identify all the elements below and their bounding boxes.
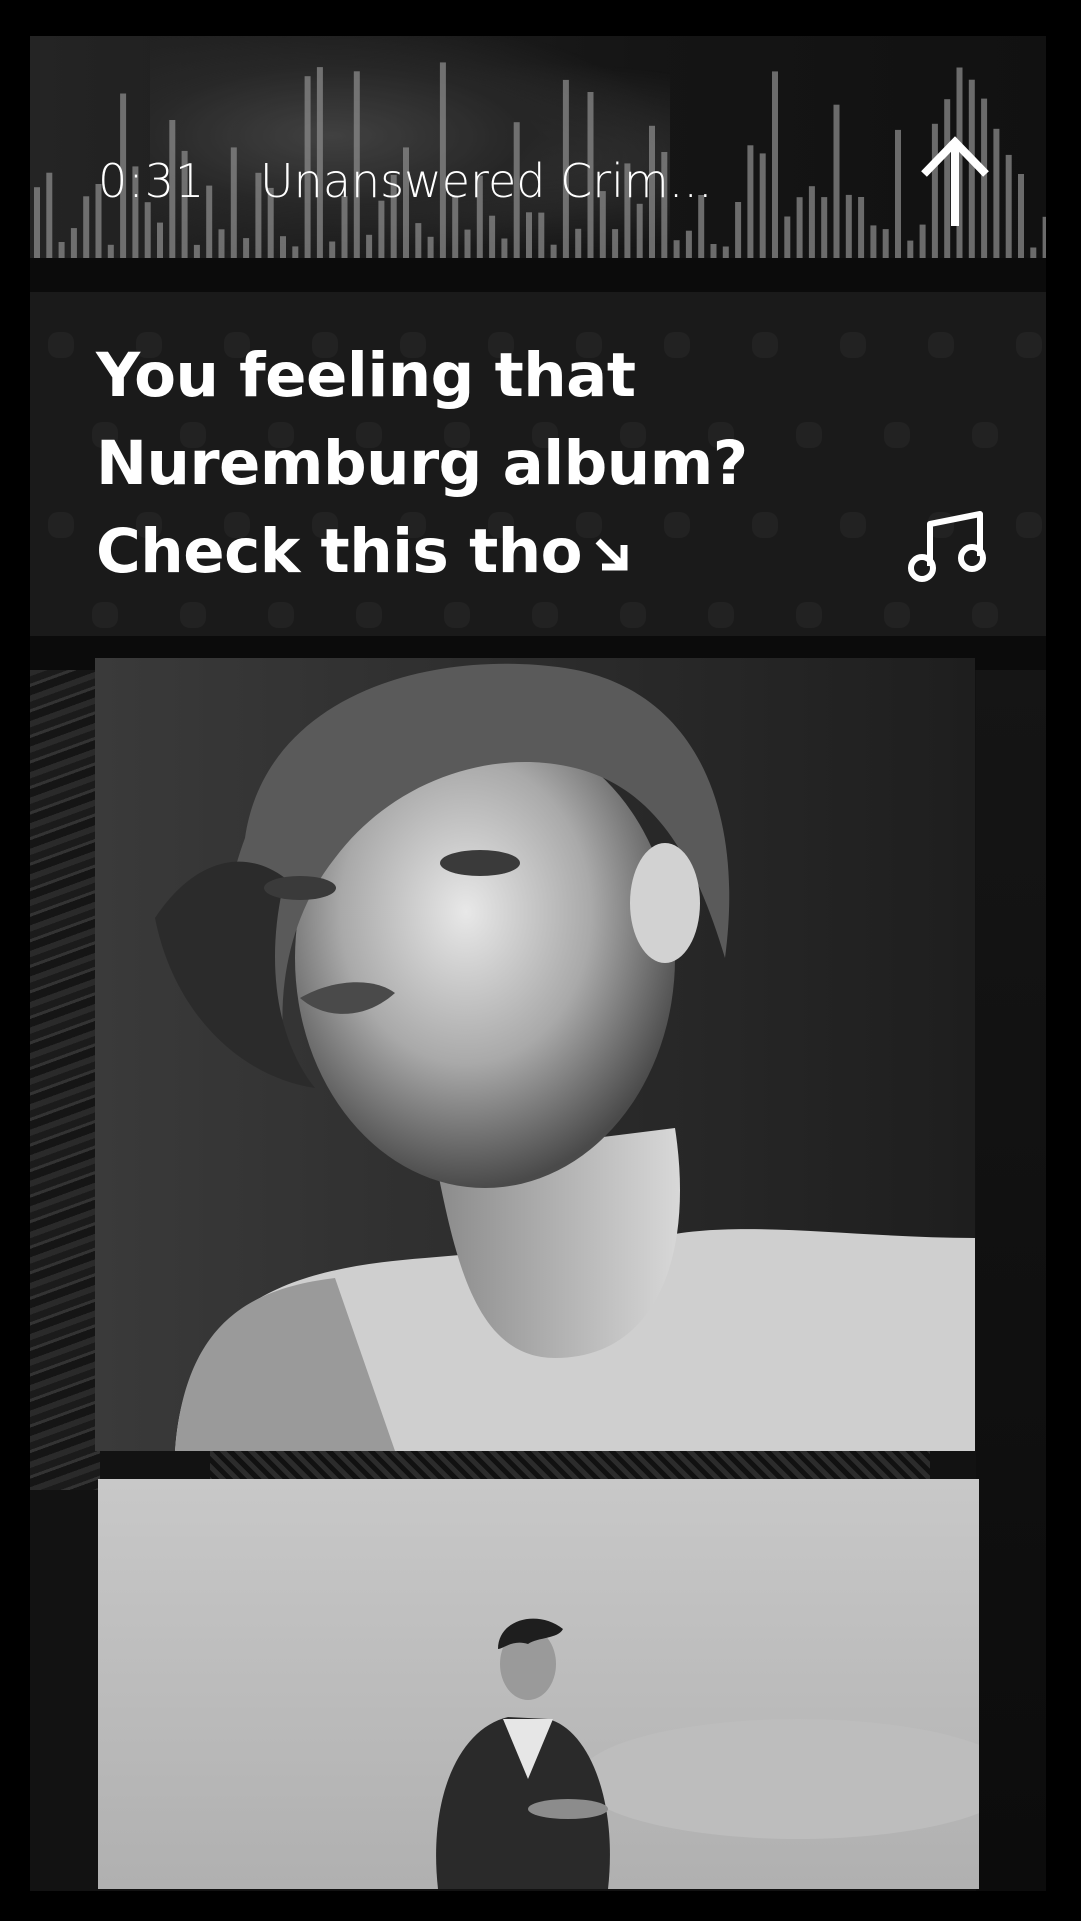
waveform-bar — [329, 241, 336, 258]
waveform-bar — [489, 215, 496, 258]
portrait-image — [95, 658, 975, 1451]
waveform-bar — [858, 197, 865, 258]
waveform-bar — [882, 229, 889, 258]
waveform-bar — [46, 172, 53, 258]
waveform-visualizer — [34, 62, 1046, 258]
texture-right — [976, 670, 1046, 1891]
waveform-bar — [845, 194, 852, 258]
waveform-bar — [464, 229, 471, 258]
elapsed-time: 0:31 — [98, 154, 206, 208]
pattern-dot — [356, 602, 382, 628]
pattern-dot — [532, 602, 558, 628]
pattern-dot — [1016, 512, 1042, 538]
pattern-dot — [972, 422, 998, 448]
gallery-photo-sky[interactable] — [98, 1479, 979, 1889]
waveform-bar — [157, 222, 163, 258]
waveform-bar — [735, 202, 742, 258]
waveform-bar — [206, 185, 213, 258]
message-line-3: Check this tho — [96, 508, 748, 596]
waveform-bar — [230, 147, 237, 258]
waveform-bar — [526, 212, 532, 258]
waveform-bar — [784, 216, 791, 258]
waveform-bar — [907, 240, 914, 258]
arrow-up-icon[interactable] — [916, 126, 994, 236]
message-line-2: Nuremburg album? — [96, 428, 748, 499]
pattern-dot — [1016, 332, 1042, 358]
pattern-dot — [928, 332, 954, 358]
texture-left — [30, 670, 100, 1490]
gallery-photo-portrait[interactable] — [95, 658, 975, 1451]
pattern-dot — [620, 602, 646, 628]
waveform-bar — [612, 229, 619, 258]
pattern-dot — [444, 602, 470, 628]
track-title[interactable]: Unanswered Crim... — [260, 154, 830, 208]
pattern-dot — [48, 512, 74, 538]
waveform-bar — [83, 196, 90, 258]
sky-image — [98, 1479, 979, 1889]
waveform-bar — [1042, 216, 1046, 258]
pattern-dot — [796, 422, 822, 448]
waveform-bar — [538, 212, 545, 258]
pattern-dot — [268, 602, 294, 628]
waveform-bar — [550, 244, 557, 258]
pattern-dot — [840, 332, 866, 358]
waveform-bar — [427, 236, 434, 258]
waveform-bar — [366, 234, 373, 258]
pattern-dot — [752, 512, 778, 538]
pattern-dot — [708, 602, 734, 628]
waveform-bar — [1018, 174, 1024, 258]
waveform-bar — [193, 244, 200, 258]
pattern-dot — [752, 332, 778, 358]
waveform-bar — [833, 104, 840, 258]
waveform-bar — [993, 128, 1000, 258]
waveform-bar — [1005, 154, 1012, 258]
waveform-bar — [280, 236, 286, 258]
waveform-bar — [685, 230, 692, 258]
pattern-dot — [796, 602, 822, 628]
message-line-1: You feeling that — [96, 340, 636, 411]
pattern-dot — [972, 602, 998, 628]
music-note-icon[interactable] — [906, 508, 990, 584]
waveform-bar — [415, 223, 422, 258]
pattern-dot — [884, 602, 910, 628]
pattern-dot — [180, 602, 206, 628]
now-playing-bar[interactable]: 0:31 Unanswered Crim... — [30, 36, 1046, 258]
waveform-bar — [34, 187, 40, 258]
pattern-dot — [92, 602, 118, 628]
message-card[interactable]: You feeling that Nuremburg album? Check … — [30, 292, 1046, 636]
waveform-bar — [144, 202, 151, 258]
waveform-bar — [218, 229, 225, 258]
waveform-bar — [292, 246, 299, 258]
waveform-bar — [58, 242, 65, 258]
waveform-bar — [378, 200, 385, 258]
waveform-bar — [710, 244, 717, 258]
waveform-bar — [636, 203, 643, 258]
waveform-bar — [673, 240, 680, 258]
message-text: You feeling that Nuremburg album? Check … — [96, 332, 748, 596]
pattern-dot — [840, 512, 866, 538]
pattern-dot — [48, 332, 74, 358]
waveform-bar — [722, 246, 729, 258]
waveform-bar — [870, 225, 877, 258]
pattern-dot — [884, 422, 910, 448]
waveform-bar — [575, 228, 582, 258]
waveform-bar — [1030, 247, 1037, 258]
waveform-bar — [70, 228, 77, 258]
waveform-bar — [895, 129, 901, 258]
waveform-bar — [501, 238, 508, 258]
waveform-bar — [107, 244, 114, 258]
waveform-bar — [243, 238, 250, 258]
arrow-down-right-icon — [595, 538, 628, 571]
